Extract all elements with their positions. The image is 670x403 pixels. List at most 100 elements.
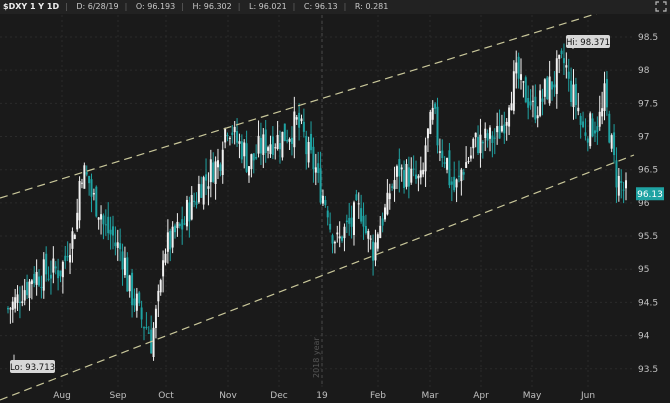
candle-up: [162, 260, 165, 277]
candle-down: [529, 101, 532, 106]
candle-down: [524, 77, 527, 103]
price-chart[interactable]: 93.5 94 94.5 95 95.5 96 96.5 97 97.5 98 98.5 Aug Sep…: [0, 0, 670, 403]
candle-down: [310, 133, 313, 151]
candle-down: [567, 71, 570, 79]
candle-up: [164, 253, 167, 263]
candle-down: [415, 174, 418, 179]
candle-up: [474, 132, 477, 138]
candle-down: [498, 125, 501, 139]
candle-up: [455, 179, 458, 188]
candle-down: [33, 273, 36, 284]
candle-down: [391, 186, 394, 188]
candle-up: [250, 154, 253, 170]
candle-up: [295, 117, 298, 120]
hi-label: Hi: 98.371: [566, 38, 610, 48]
candle-down: [140, 307, 143, 320]
candle-down: [574, 83, 577, 106]
candle-down: [562, 58, 565, 64]
candle-down: [7, 308, 9, 310]
candle-down: [104, 224, 107, 226]
candle-down: [283, 123, 286, 142]
candle-up: [343, 226, 346, 239]
candle-down: [441, 150, 444, 159]
candle-up: [601, 108, 604, 117]
candle-down: [181, 219, 184, 230]
candle-down: [102, 215, 105, 225]
open-label: O: 96.193: [135, 2, 176, 11]
candle-down: [133, 298, 136, 306]
candle-up: [500, 125, 503, 132]
candle-down: [193, 200, 196, 202]
candle-up: [333, 241, 336, 244]
candle-down: [47, 278, 50, 280]
candle-up: [400, 167, 403, 170]
candle-up: [83, 165, 86, 189]
x-tick-label: Aug: [53, 391, 71, 401]
candle-down: [527, 97, 530, 108]
candle-down: [348, 217, 351, 224]
y-tick-label: 96: [638, 199, 650, 209]
candle-down: [59, 270, 62, 277]
y-tick-label: 96.5: [638, 166, 658, 176]
symbol-label[interactable]: $DXY 1 Y 1D: [3, 2, 59, 11]
candle-up: [548, 76, 551, 104]
candle-up: [369, 238, 372, 240]
x-tick-label: Nov: [219, 391, 237, 401]
candle-down: [448, 150, 451, 186]
candle-down: [317, 163, 320, 173]
candle-up: [16, 294, 19, 303]
candle-up: [281, 131, 284, 158]
candle-down: [143, 327, 146, 329]
candle-up: [505, 121, 508, 126]
candle-down: [570, 80, 573, 103]
candle-up: [157, 290, 160, 302]
candle-up: [617, 175, 620, 196]
candle-up: [374, 242, 377, 261]
candle-down: [407, 167, 410, 187]
candle-down: [593, 130, 596, 134]
candle-up: [472, 138, 475, 149]
candle-down: [245, 143, 248, 172]
candle-down: [551, 81, 554, 90]
expand-icon[interactable]: [655, 1, 667, 12]
x-tick-label: Apr: [473, 391, 489, 401]
candle-down: [403, 170, 406, 188]
candle-up: [21, 301, 24, 304]
candle-up: [336, 232, 339, 235]
x-tick-label: Oct: [158, 391, 174, 401]
candle-up: [202, 177, 205, 205]
candle-down: [64, 255, 67, 262]
date-label: D: 6/28/19: [76, 2, 119, 11]
candle-down: [174, 225, 177, 233]
candle-down: [613, 132, 616, 156]
candle-down: [381, 218, 384, 226]
y-tick-label: 98: [638, 66, 650, 76]
candle-down: [596, 126, 599, 133]
x-tick-label: Mar: [422, 391, 439, 401]
candle-up: [520, 74, 523, 80]
candle-down: [200, 184, 203, 198]
candle-down: [145, 327, 148, 329]
candle-up: [515, 62, 518, 74]
candle-up: [531, 100, 534, 102]
candle-down: [622, 189, 625, 191]
x-tick-label: Sep: [110, 391, 127, 401]
candle-down: [329, 223, 332, 230]
candle-up: [92, 193, 95, 195]
candle-down: [219, 164, 222, 171]
candle-down: [591, 118, 594, 137]
candle-up: [572, 84, 575, 108]
candle-down: [57, 270, 60, 279]
candle-up: [176, 221, 179, 229]
candle-down: [553, 84, 556, 88]
candle-up: [216, 160, 219, 168]
candle-down: [331, 235, 334, 244]
candle-down: [226, 134, 229, 136]
y-tick-label: 94.5: [638, 298, 658, 308]
candle-up: [207, 186, 210, 189]
candle-down: [126, 257, 129, 292]
candle-down: [305, 135, 308, 155]
candle-down: [138, 292, 141, 304]
high-label: H: 96.302: [192, 2, 232, 11]
candle-up: [221, 149, 224, 175]
